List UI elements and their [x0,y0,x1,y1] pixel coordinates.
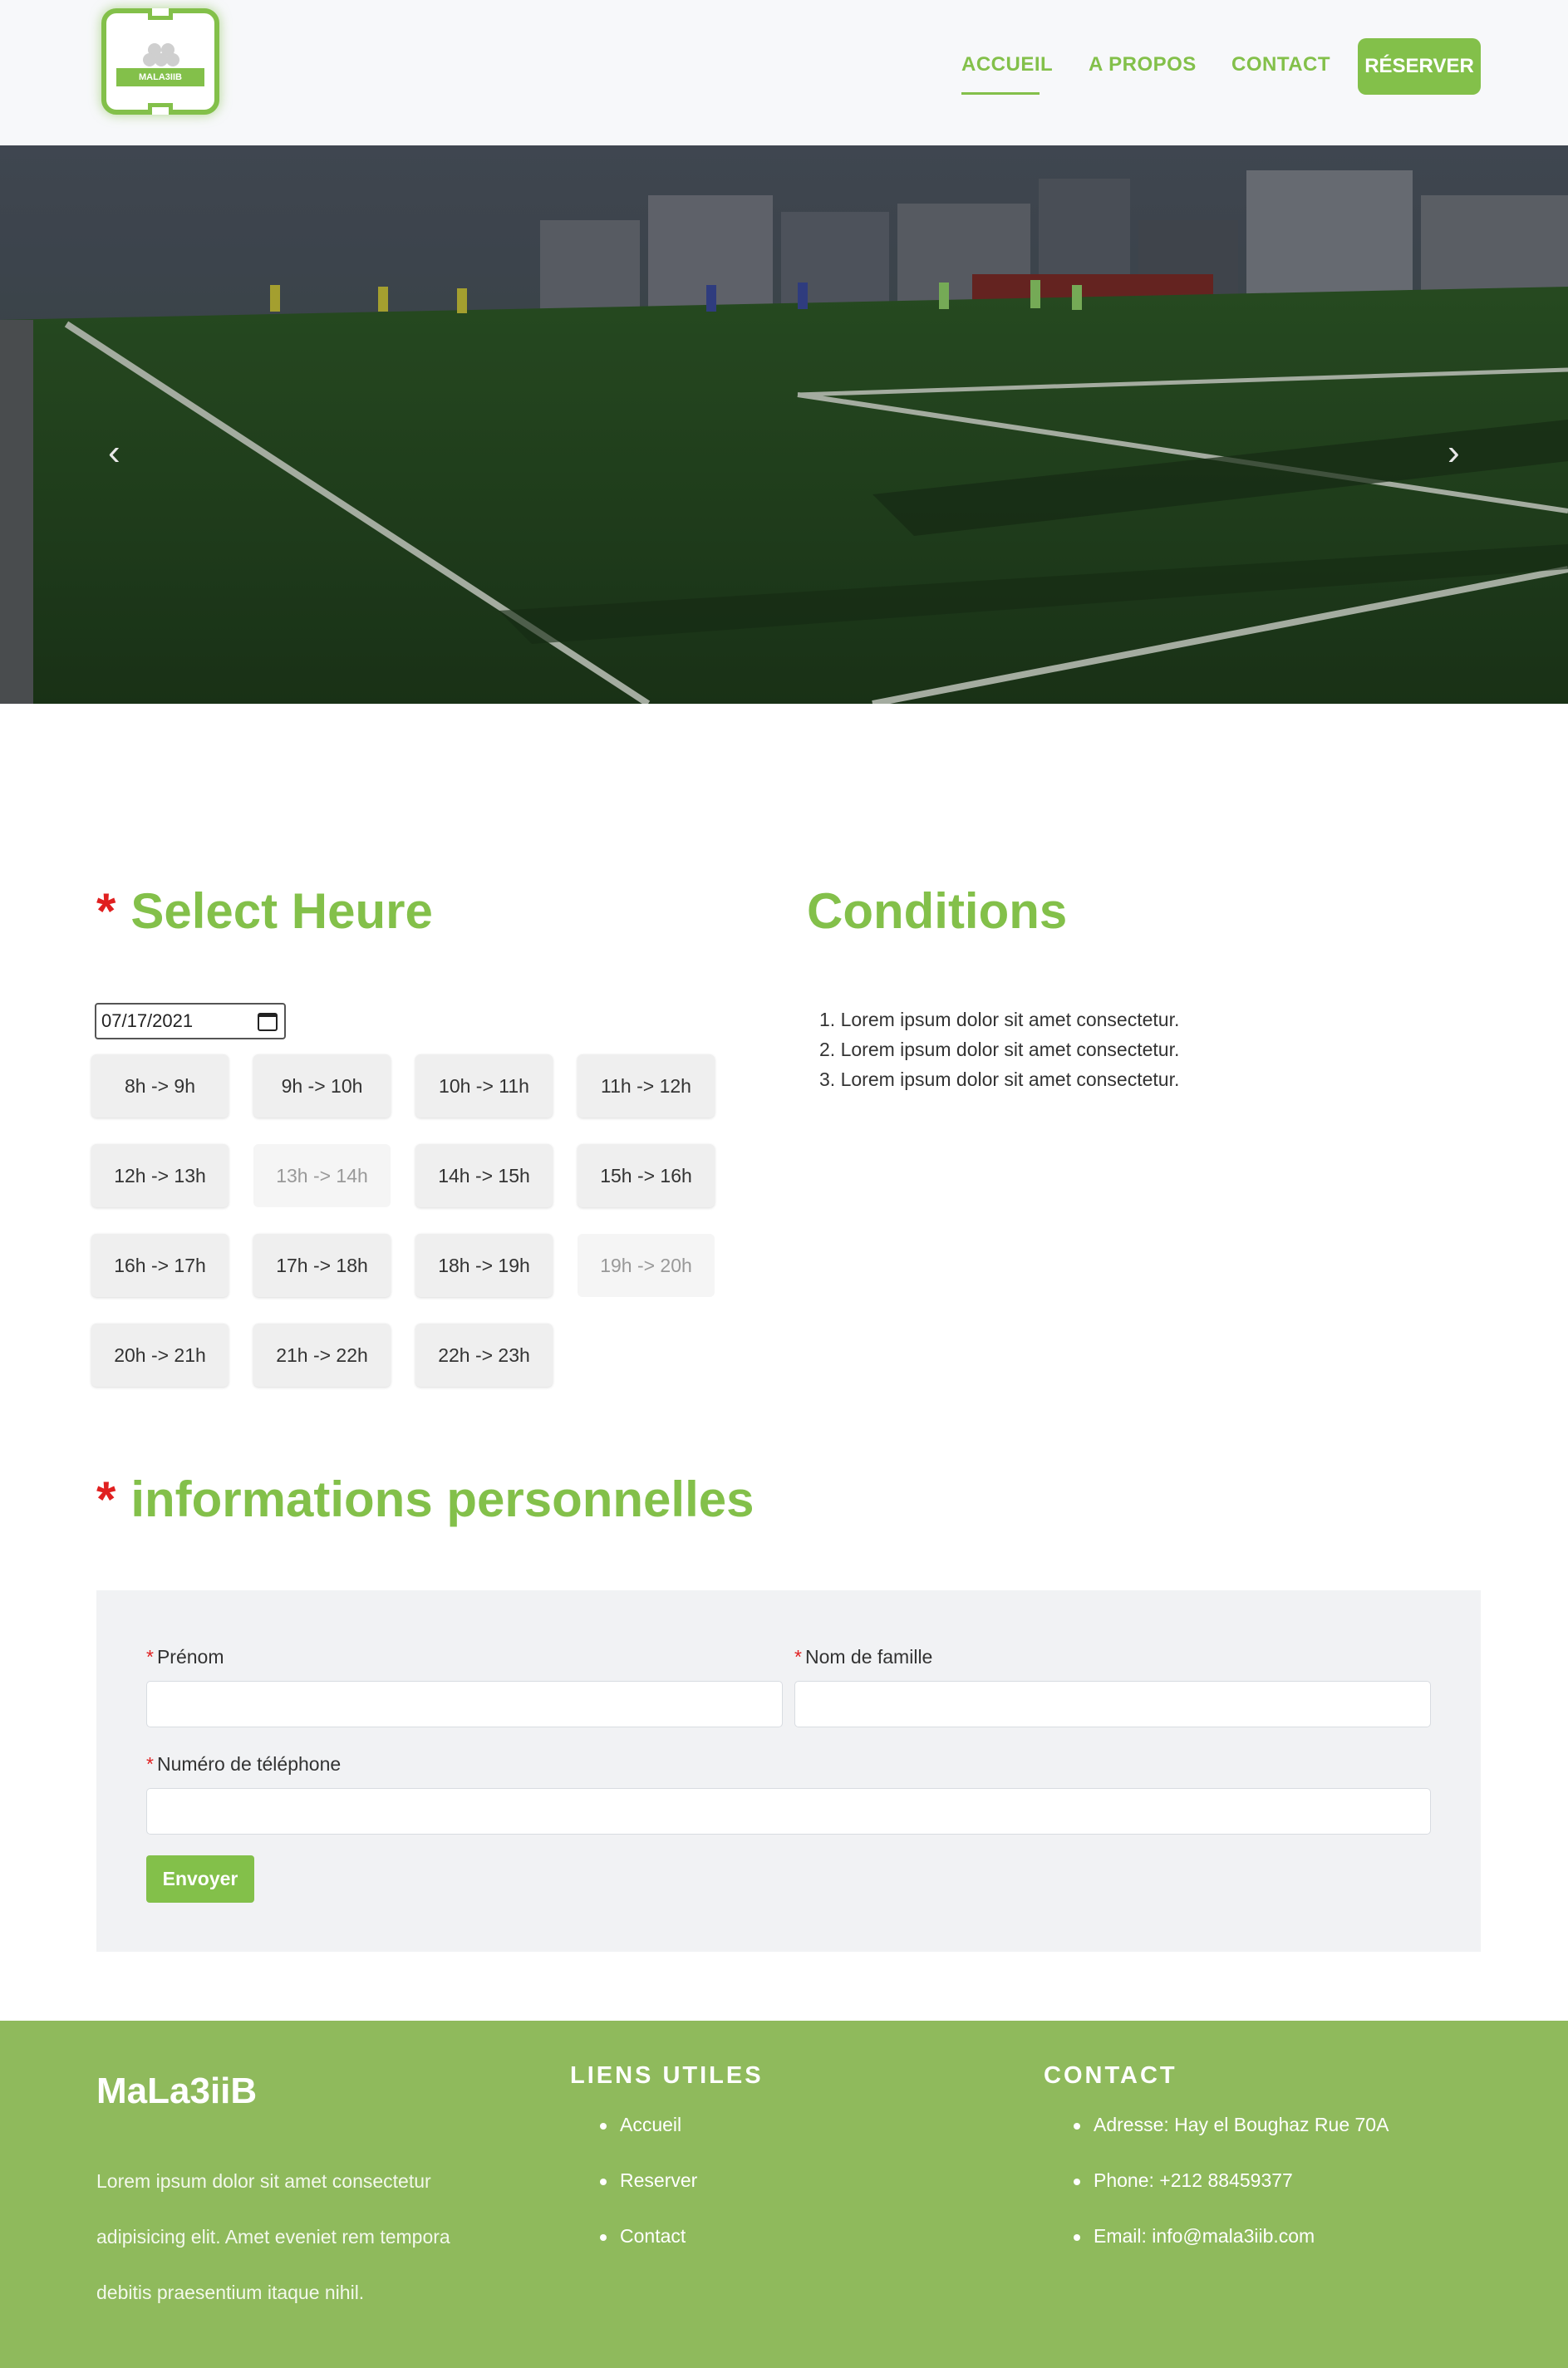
nav-active-indicator [961,92,1040,95]
hero-football-field-image [0,145,1568,704]
footer-links-list: Accueil Reserver Contact [600,2114,697,2281]
footer-contact-heading: CONTACT [1044,2062,1177,2089]
phone-input[interactable] [146,1788,1431,1835]
required-star: * [146,1753,154,1775]
conditions-title: Conditions [807,883,1068,939]
nom-label: * Nom de famille [794,1646,932,1668]
prenom-input[interactable] [146,1681,783,1727]
logo-goal-top [148,8,173,20]
informations-title: informations personnelles [130,1471,755,1527]
footer-link-reserver[interactable]: Reserver [600,2169,697,2225]
footer-contact-address: Adresse: Hay el Boughaz Rue 70A [1074,2114,1389,2169]
calendar-icon[interactable] [258,1013,278,1031]
envoyer-button[interactable]: Envoyer [146,1855,254,1903]
phone-label-text: Numéro de téléphone [156,1753,342,1775]
prenom-label-text: Prénom [156,1646,224,1668]
time-slot-button[interactable]: 11h -> 12h [578,1054,715,1118]
carousel-prev-icon[interactable]: ‹ [108,432,120,474]
time-slot-button[interactable]: 17h -> 18h [253,1234,391,1297]
phone-label: * Numéro de téléphone [146,1753,341,1776]
footer-link-contact[interactable]: Contact [600,2225,697,2281]
footer-brand: MaLa3iiB [96,2071,258,2111]
time-slot-button[interactable]: 8h -> 9h [91,1054,229,1118]
footer-text-line: adipisicing elit. Amet eveniet rem tempo… [96,2226,450,2248]
nom-label-text: Nom de famille [804,1646,933,1668]
required-star: * [96,1471,116,1527]
time-slot-button[interactable]: 15h -> 16h [578,1144,715,1207]
logo-text: MALA3IIB [116,68,204,86]
footer-links-heading: LIENS UTILES [570,2062,764,2089]
required-star: * [794,1646,802,1668]
time-slot-button[interactable]: 10h -> 11h [415,1054,553,1118]
logo-people-icon [143,43,179,68]
time-slot-button[interactable]: 12h -> 13h [91,1144,229,1207]
time-slot-button: 19h -> 20h [578,1234,715,1297]
required-star: * [146,1646,154,1668]
time-slot-button: 13h -> 14h [253,1144,391,1207]
nav-a-propos[interactable]: A PROPOS [1089,53,1197,76]
select-heure-title: Select Heure [130,883,433,939]
footer-description: Lorem ipsum dolor sit amet consectetur a… [96,2154,495,2321]
select-heure-heading: * Select Heure [96,882,433,940]
carousel-next-icon[interactable]: › [1448,432,1460,474]
site-logo[interactable]: MALA3IIB [101,8,219,115]
reserver-button[interactable]: RÉSERVER [1358,38,1481,95]
prenom-label: * Prénom [146,1646,224,1668]
footer-contact-phone: Phone: +212 88459377 [1074,2169,1389,2225]
condition-item: 2. Lorem ipsum dolor sit amet consectetu… [819,1039,1180,1060]
time-slot-button[interactable]: 18h -> 19h [415,1234,553,1297]
informations-heading: * informations personnelles [96,1471,755,1528]
date-value: 07/17/2021 [101,1010,194,1031]
site-header: MALA3IIB ACCUEIL A PROPOS CONTACT RÉSERV… [0,0,1568,145]
time-slot-button[interactable]: 16h -> 17h [91,1234,229,1297]
nom-input[interactable] [794,1681,1431,1727]
time-slot-button[interactable]: 9h -> 10h [253,1054,391,1118]
conditions-list: 1. Lorem ipsum dolor sit amet consectetu… [819,1005,1179,1094]
time-slot-button[interactable]: 14h -> 15h [415,1144,553,1207]
logo-goal-bottom [148,103,173,115]
required-star: * [96,883,116,939]
time-slot-button[interactable]: 22h -> 23h [415,1324,553,1387]
footer-link-accueil[interactable]: Accueil [600,2114,697,2169]
footer-contact-list: Adresse: Hay el Boughaz Rue 70A Phone: +… [1074,2114,1389,2281]
footer-text-line: Lorem ipsum dolor sit amet consectetur [96,2170,431,2192]
condition-item: 3. Lorem ipsum dolor sit amet consectetu… [819,1069,1180,1090]
condition-item: 1. Lorem ipsum dolor sit amet consectetu… [819,1009,1180,1030]
time-slot-button[interactable]: 21h -> 22h [253,1324,391,1387]
time-slot-button[interactable]: 20h -> 21h [91,1324,229,1387]
site-footer: MaLa3iiB Lorem ipsum dolor sit amet cons… [0,2021,1568,2368]
hero-carousel: ‹ › [0,145,1568,704]
nav-contact[interactable]: CONTACT [1231,53,1330,76]
nav-accueil[interactable]: ACCUEIL [961,53,1053,76]
footer-contact-email[interactable]: Email: info@mala3iib.com [1074,2225,1389,2281]
footer-text-line: debitis praesentium itaque nihil. [96,2282,365,2303]
date-input[interactable]: 07/17/2021 [95,1003,286,1039]
